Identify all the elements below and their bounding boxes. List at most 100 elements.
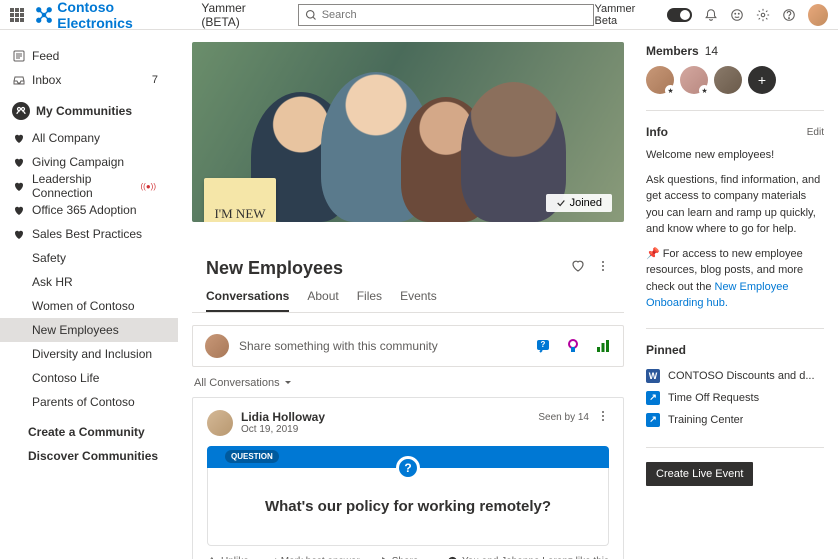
member-avatar[interactable]: ★: [680, 66, 708, 94]
sidebar-item-label: Giving Campaign: [32, 155, 124, 169]
search-box[interactable]: [298, 4, 595, 26]
beta-label: Yammer Beta: [594, 3, 654, 27]
create-live-event-button[interactable]: Create Live Event: [646, 462, 753, 486]
sidebar-item[interactable]: Ask HR: [0, 270, 178, 294]
post-date: Oct 19, 2019: [241, 424, 325, 435]
info-label: Info: [646, 125, 668, 139]
tab[interactable]: Conversations: [206, 289, 289, 312]
sidebar-inbox[interactable]: Inbox 7: [0, 68, 178, 92]
question-body[interactable]: ? What's our policy for working remotely…: [207, 468, 609, 546]
right-rail: Members 14 ★ ★ + Info Edit Welcome new e…: [638, 30, 838, 559]
sidebar-item-label: Women of Contoso: [32, 299, 135, 313]
sidebar: Feed Inbox 7 My Communities All Company G…: [0, 30, 178, 559]
composer[interactable]: Share something with this community ?: [192, 325, 624, 367]
pinned-label: CONTOSO Discounts and d...: [668, 370, 815, 382]
community-title: New Employees: [206, 258, 343, 279]
blank-icon: [12, 347, 26, 361]
blank-icon: [12, 251, 26, 265]
post-author-name[interactable]: Lidia Holloway: [241, 410, 325, 424]
add-member-button[interactable]: +: [748, 66, 776, 94]
chevron-down-icon: [284, 379, 292, 387]
sidebar-section-label: My Communities: [36, 104, 132, 118]
sidebar-item[interactable]: Office 365 Adoption: [0, 198, 178, 222]
settings-icon[interactable]: [756, 8, 770, 22]
conversation-filter[interactable]: All Conversations: [194, 377, 624, 389]
tab[interactable]: About: [307, 289, 338, 312]
sidebar-item[interactable]: Giving Campaign: [0, 150, 178, 174]
sidebar-item[interactable]: Contoso Life: [0, 366, 178, 390]
praise-icon[interactable]: [565, 338, 581, 354]
composer-avatar: [205, 334, 229, 358]
link-icon: ↗: [646, 391, 660, 405]
sidebar-item[interactable]: Women of Contoso: [0, 294, 178, 318]
search-input[interactable]: [322, 9, 588, 21]
sidebar-item[interactable]: Diversity and Inclusion: [0, 342, 178, 366]
info-resources: 📌For access to new employee resources, b…: [646, 246, 824, 312]
brand-name[interactable]: Contoso Electronics: [57, 0, 187, 31]
sidebar-item-label: Leadership Connection: [32, 172, 141, 200]
community-tabs: Conversations About Files Events: [192, 279, 624, 313]
sidebar-item[interactable]: All Company: [0, 126, 178, 150]
member-avatar[interactable]: ★: [646, 66, 674, 94]
sidebar-item-label: Discover Communities: [28, 449, 158, 463]
beta-toggle[interactable]: [667, 8, 692, 22]
app-launcher-icon[interactable]: [10, 7, 25, 23]
member-avatar[interactable]: [714, 66, 742, 94]
community-cover: I'M NEW Joined: [192, 42, 624, 222]
sidebar-discover-communities[interactable]: Discover Communities: [0, 444, 178, 468]
brand-logo-icon: [35, 6, 53, 24]
sidebar-item[interactable]: Sales Best Practices: [0, 222, 178, 246]
info-description: Ask questions, find information, and get…: [646, 172, 824, 238]
edit-info-button[interactable]: Edit: [807, 127, 824, 138]
sidebar-create-community[interactable]: Create a Community: [0, 420, 178, 444]
question-mark-icon: ?: [396, 456, 420, 480]
sidebar-item-label: Office 365 Adoption: [32, 203, 137, 217]
sidebar-feed[interactable]: Feed: [0, 44, 178, 68]
blank-icon: [12, 395, 26, 409]
members-label: Members: [646, 44, 699, 58]
tab[interactable]: Files: [357, 289, 382, 312]
communities-icon: [12, 102, 30, 120]
blank-icon: [12, 299, 26, 313]
user-avatar[interactable]: [808, 4, 828, 26]
heart-icon: [12, 227, 26, 241]
heart-icon: [12, 131, 26, 145]
info-welcome: Welcome new employees!: [646, 147, 824, 164]
feedback-icon[interactable]: [730, 8, 744, 22]
notifications-icon[interactable]: [704, 8, 718, 22]
sidebar-item[interactable]: Leadership Connection((●)): [0, 174, 178, 198]
sidebar-item[interactable]: New Employees: [0, 318, 178, 342]
check-icon: [556, 198, 566, 208]
sidebar-item-label: Safety: [32, 251, 66, 265]
community-avatar: I'M NEW: [204, 178, 276, 222]
pushpin-icon: 📌: [646, 248, 660, 260]
sidebar-item-label: Feed: [32, 49, 59, 63]
joined-label: Joined: [570, 197, 602, 209]
sidebar-item[interactable]: Parents of Contoso: [0, 390, 178, 414]
pinned-item[interactable]: ↗ Time Off Requests: [646, 387, 824, 409]
pinned-item[interactable]: ↗Training Center: [646, 409, 824, 431]
discussion-icon[interactable]: ?: [535, 338, 551, 354]
sidebar-item-label: Contoso Life: [32, 371, 99, 385]
sidebar-section-communities[interactable]: My Communities: [0, 92, 178, 126]
joined-button[interactable]: Joined: [546, 194, 612, 212]
pinned-label: Pinned: [646, 343, 686, 357]
more-icon[interactable]: [596, 259, 610, 276]
admin-badge-icon: ★: [665, 85, 676, 96]
poll-icon[interactable]: [595, 338, 611, 354]
app-label: Yammer (BETA): [201, 1, 283, 29]
sidebar-item-label: Parents of Contoso: [32, 395, 135, 409]
tab[interactable]: Events: [400, 289, 437, 312]
post-more-icon[interactable]: [597, 410, 609, 425]
pinned-label: Time Off Requests: [668, 392, 759, 404]
sidebar-item[interactable]: Safety: [0, 246, 178, 270]
sidebar-item-label: New Employees: [32, 323, 119, 337]
post-author-avatar[interactable]: [207, 410, 233, 436]
sidebar-item-label: All Company: [32, 131, 100, 145]
pinned-item[interactable]: WCONTOSO Discounts and d...: [646, 365, 824, 387]
sidebar-item-label: Inbox: [32, 73, 61, 87]
help-icon[interactable]: [782, 8, 796, 22]
favorite-icon[interactable]: [570, 258, 586, 277]
members-count: 14: [705, 44, 718, 58]
heart-icon: [12, 155, 26, 169]
